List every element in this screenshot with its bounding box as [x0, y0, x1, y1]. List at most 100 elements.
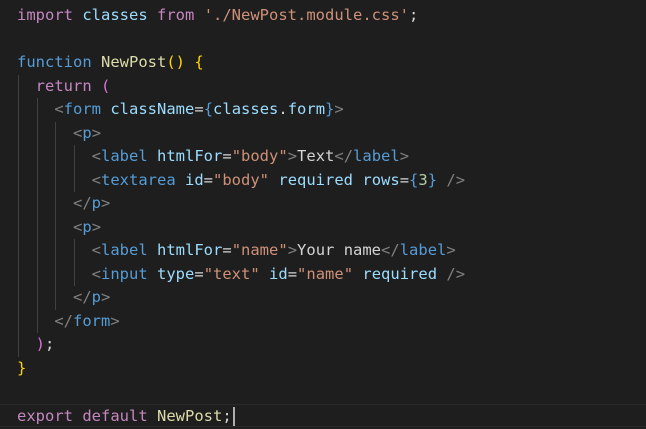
code-token: required — [278, 170, 354, 189]
code-token: /> — [446, 170, 466, 189]
text-cursor — [232, 406, 235, 426]
code-token: 3 — [418, 170, 428, 189]
code-token: form — [73, 311, 111, 330]
code-text: import classes from './NewPost.module.cs… — [17, 4, 418, 28]
code-line[interactable] — [0, 380, 646, 404]
code-line[interactable]: <textarea id="body" required rows={3} /> — [0, 168, 646, 192]
code-line[interactable]: <input type="text" id="name" required /> — [0, 262, 646, 286]
code-token: "name" — [231, 241, 288, 259]
code-token: form — [63, 100, 101, 118]
code-token: </ — [334, 147, 354, 165]
code-token: < — [73, 123, 83, 142]
code-line[interactable]: export default NewPost; — [0, 403, 646, 429]
code-token: "body" — [231, 147, 288, 165]
code-line[interactable]: return ( — [0, 74, 646, 99]
code-token: ; — [45, 335, 55, 353]
code-token: Text — [297, 147, 335, 165]
code-token: ; — [222, 406, 232, 425]
code-token: </ — [381, 241, 400, 259]
code-token: = — [222, 147, 232, 165]
code-token: } — [325, 100, 335, 118]
code-token: = — [399, 170, 410, 189]
code-text: <p> — [17, 216, 101, 240]
code-token: label — [353, 147, 400, 165]
code-line[interactable]: </form> — [0, 309, 646, 334]
code-token: = — [222, 241, 232, 259]
code-token: from — [157, 6, 195, 24]
code-token: htmlFor — [157, 241, 223, 259]
code-token: id — [269, 264, 288, 283]
code-token: = — [194, 100, 204, 118]
code-text: function NewPost() { — [17, 51, 204, 75]
code-token: required — [362, 264, 438, 283]
code-token: () — [166, 53, 185, 71]
code-line[interactable]: import classes from './NewPost.module.cs… — [0, 4, 646, 28]
code-text: } — [17, 357, 26, 381]
code-token: < — [91, 170, 101, 189]
code-token: > — [110, 311, 120, 330]
code-token: = — [203, 170, 214, 189]
code-line[interactable]: <label htmlFor="name">Your name</label> — [0, 239, 646, 263]
code-line[interactable]: } — [0, 357, 646, 381]
code-token: < — [91, 241, 101, 259]
code-token: label — [101, 241, 148, 259]
code-token: p — [91, 288, 102, 306]
code-line[interactable]: function NewPost() { — [0, 51, 646, 75]
code-token: { — [194, 53, 204, 71]
code-text: <p> — [17, 122, 101, 146]
code-token: className — [110, 100, 195, 118]
code-text: </form> — [17, 310, 120, 334]
code-token: { — [203, 100, 214, 118]
code-text: <form className={classes.form}> — [17, 98, 344, 122]
code-line[interactable]: <p> — [0, 121, 646, 146]
code-token: > — [399, 147, 410, 165]
code-line[interactable]: <form className={classes.form}> — [0, 98, 646, 122]
code-token: "text" — [203, 264, 260, 283]
code-line[interactable]: <label htmlFor="body">Text</label> — [0, 145, 646, 169]
code-text: return ( — [17, 75, 111, 99]
code-token: </ — [73, 194, 92, 212]
code-token: default — [82, 406, 148, 425]
code-text: ); — [17, 333, 55, 357]
code-token: './NewPost.module.css' — [203, 6, 409, 24]
code-token: p — [82, 123, 92, 142]
code-token: import — [17, 6, 73, 24]
code-text: export default NewPost; — [17, 405, 235, 429]
code-token: </ — [73, 288, 92, 306]
code-token: input — [101, 264, 148, 283]
code-token: function — [17, 53, 92, 71]
code-line[interactable] — [0, 28, 646, 52]
code-line[interactable]: ); — [0, 333, 646, 357]
code-editor[interactable]: import classes from './NewPost.module.cs… — [0, 0, 646, 429]
code-line[interactable]: <p> — [0, 215, 646, 240]
code-token: { — [409, 170, 419, 189]
code-token: classes — [82, 6, 148, 24]
code-token: > — [446, 241, 456, 259]
code-token: > — [101, 194, 111, 212]
code-text: </p> — [17, 286, 110, 310]
code-token: label — [101, 147, 148, 165]
code-line[interactable]: </p> — [0, 192, 646, 216]
code-token: > — [101, 288, 111, 306]
code-token: = — [287, 264, 298, 283]
code-text: </p> — [17, 192, 110, 216]
code-token: > — [334, 100, 344, 118]
code-token: label — [399, 241, 447, 259]
code-token: export — [17, 406, 73, 425]
code-line[interactable]: </p> — [0, 286, 646, 310]
